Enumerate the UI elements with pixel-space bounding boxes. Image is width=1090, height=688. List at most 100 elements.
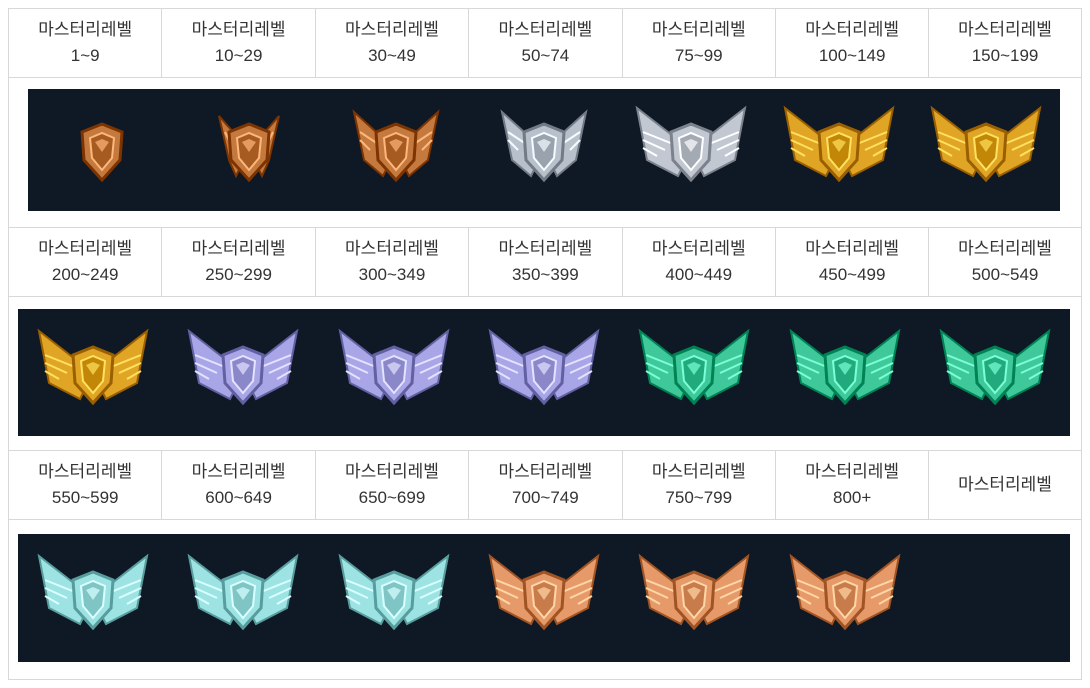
gold-ornate-winged-shield-icon [37,328,149,405]
level-label-title: 마스터리레벨 [191,239,286,258]
emblem-slot [470,89,617,211]
level-label-range: 150~199 [971,46,1039,65]
level-label-title: 마스터리레벨 [38,239,133,258]
emblem-banner-2 [18,309,1070,436]
level-label-range: 1~9 [70,46,100,65]
bronze-winged-shield-icon [352,109,441,183]
emblem-slot [912,89,1059,211]
level-label-cell: 마스터리레벨 30~49 [314,9,468,77]
level-label-title: 마스터리레벨 [651,462,746,481]
level-label-title: 마스터리레벨 [38,462,133,481]
level-label-title: 마스터리레벨 [345,239,439,258]
level-label-range: 75~99 [674,46,723,65]
emblem-slot [469,309,619,436]
emblem-slot [619,309,769,436]
emblem-slot [469,534,619,662]
level-label-title: 마스터리레벨 [191,20,286,39]
rose-gold-scroll-shield-icon [488,553,600,631]
level-label-cell: 마스터리레벨 [928,451,1082,519]
level-label-range: 200~249 [51,265,119,284]
label-row-1: 마스터리레벨 1~9 마스터리레벨 10~29 마스터리레벨 30~49 마스터리레벨… [8,8,1082,78]
emblem-slot [319,534,469,662]
level-label-cell: 마스터리레벨 500~549 [928,228,1082,296]
bronze-small-winged-shield-icon [218,115,281,183]
emblem-slot [769,309,919,436]
rose-gold-starred-scroll-shield-icon [789,553,901,631]
level-label-cell: 마스터리레벨 250~299 [161,228,314,296]
level-label-title: 마스터리레벨 [651,239,746,258]
level-label-title: 마스터리레벨 [958,475,1052,494]
emblem-slot [769,534,919,662]
gold-crossed-winged-shield-icon [930,105,1042,183]
rose-gold-crowned-scroll-shield-icon [638,553,750,631]
emblem-banner-1 [28,89,1060,211]
level-label-range: 300~349 [358,265,426,284]
level-label-range: 10~29 [214,46,263,65]
emerald-large-winged-shield-icon [789,328,901,405]
level-label-cell: 마스터리레벨 750~799 [621,451,775,519]
level-label-title: 마스터리레벨 [345,462,439,481]
level-label-cell: 마스터리레벨 400~449 [621,228,775,296]
level-label-cell: 마스터리레벨 300~349 [314,228,468,296]
level-label-title: 마스터리레벨 [958,239,1052,258]
diamond-bannered-winged-shield-icon [187,553,299,631]
gold-winged-shield-icon [783,105,895,183]
level-label-cell: 마스터리레벨 50~74 [468,9,621,77]
level-label-range: 50~74 [521,46,570,65]
level-label-cell: 마스터리레벨 600~649 [161,451,314,519]
level-label-range: 650~699 [358,488,426,507]
emblem-banner-3 [18,534,1070,662]
level-label-cell: 마스터리레벨 650~699 [314,451,468,519]
level-label-range: 500~549 [971,265,1039,284]
level-label-title: 마스터리레벨 [345,20,439,39]
level-label-range: 600~649 [205,488,272,507]
emblem-slot [18,534,168,662]
level-label-cell: 마스터리레벨 550~599 [8,451,161,519]
level-label-title: 마스터리레벨 [805,20,900,39]
emblem-slot [18,309,168,436]
level-label-cell: 마스터리레벨 350~399 [468,228,621,296]
level-label-cell: 마스터리레벨 75~99 [621,9,775,77]
emblem-slot [619,534,769,662]
diamond-winged-shield-icon [37,553,149,631]
level-label-range: 30~49 [368,46,416,65]
level-label-cell: 마스터리레벨 450~499 [774,228,928,296]
level-label-title: 마스터리레벨 [38,20,133,39]
level-label-cell: 마스터리레벨 1~9 [8,9,161,77]
level-label-cell: 마스터리레벨 700~749 [468,451,621,519]
emblem-slot [28,89,175,211]
platinum-ornate-winged-shield-icon [488,328,600,405]
level-label-title: 마스터리레벨 [805,239,900,258]
platinum-crossed-winged-shield-icon [338,328,450,405]
bronze-small-shield-icon [80,122,124,183]
level-label-range: 550~599 [51,488,119,507]
level-label-cell: 마스터리레벨 200~249 [8,228,161,296]
silver-wide-winged-shield-icon [635,105,747,183]
level-label-title: 마스터리레벨 [498,462,593,481]
level-label-cell: 마스터리레벨 800+ [774,451,928,519]
emblem-slot [920,309,1070,436]
emblem-slot [618,89,765,211]
level-label-range: 450~499 [818,265,886,284]
level-label-title: 마스터리레벨 [498,20,593,39]
level-label-cell: 마스터리레벨 100~149 [774,9,928,77]
silver-winged-shield-icon [500,109,588,183]
emblem-slot [168,309,318,436]
emblem-slot [168,534,318,662]
emblem-slot [319,309,469,436]
level-label-range: 750~799 [665,488,733,507]
emblem-slot [765,89,912,211]
level-label-range: 250~299 [205,265,272,284]
emerald-winged-shield-icon [638,328,750,405]
level-label-title: 마스터리레벨 [651,20,746,39]
label-row-2: 마스터리레벨 200~249 마스터리레벨 250~299 마스터리레벨 300~34… [8,227,1082,297]
emblem-slot [175,89,322,211]
level-label-range: 350~399 [512,265,579,284]
level-label-cell: 마스터리레벨 10~29 [161,9,314,77]
platinum-winged-shield-icon [187,328,299,405]
level-label-range: 100~149 [818,46,886,65]
level-label-range: 400~449 [665,265,733,284]
diamond-ornate-winged-shield-icon [338,553,450,631]
emerald-wreath-winged-shield-icon [939,328,1051,405]
emblem-slot [323,89,470,211]
